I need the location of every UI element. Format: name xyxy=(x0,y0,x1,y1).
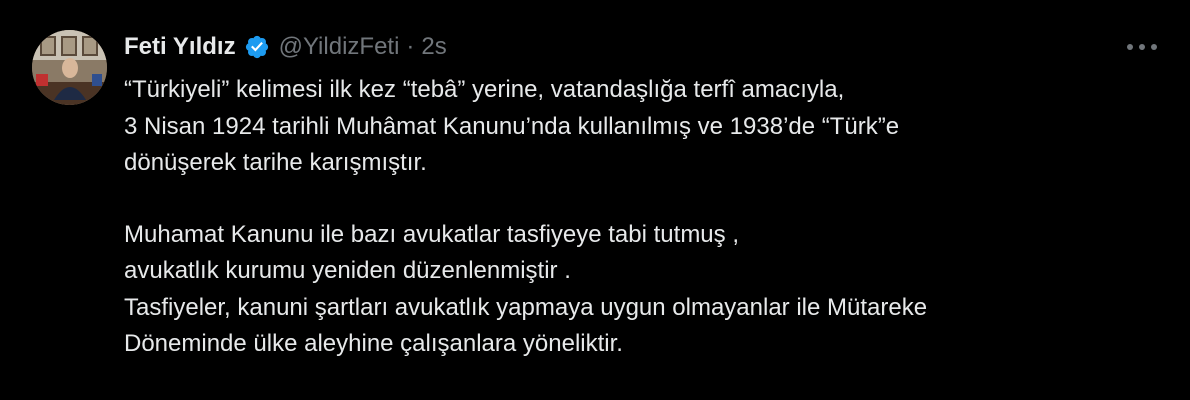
tweet-header: Feti Yıldız @YildizFeti · 2s xyxy=(124,30,447,64)
text-line: Muhamat Kanunu ile bazı avukatlar tasfiy… xyxy=(124,220,739,248)
text-line: 3 Nisan 1924 tarihli Muhâmat Kanunu’nda … xyxy=(124,112,900,140)
text-line: avukatlık kurumu yeniden düzenlenmiştir … xyxy=(124,257,571,284)
profile-photo xyxy=(32,30,107,105)
more-options-button[interactable] xyxy=(1122,30,1162,64)
tweet-timestamp[interactable]: 2s xyxy=(421,33,446,61)
author-handle[interactable]: @YildizFeti xyxy=(279,33,400,61)
tweet-text: “Türkiyeli” kelimesi ilk kez “tebâ” yeri… xyxy=(124,72,1164,363)
author-avatar[interactable] xyxy=(32,30,107,105)
text-line: Tasfiyeler, kanuni şartları avukatlık ya… xyxy=(124,293,928,321)
text-line: Döneminde ülke aleyhine çalışanlara yöne… xyxy=(124,330,623,357)
more-horizontal-icon xyxy=(1127,44,1157,50)
tweet-paragraph: “Türkiyeli” kelimesi ilk kez “tebâ” yeri… xyxy=(124,72,1164,182)
tweet-card[interactable]: Feti Yıldız @YildizFeti · 2s “Türkiyeli”… xyxy=(0,0,1190,400)
text-line: “Türkiyeli” kelimesi ilk kez “tebâ” yeri… xyxy=(124,76,845,103)
verified-badge-icon[interactable] xyxy=(244,34,270,60)
text-line: dönüşerek tarihe karışmıştır. xyxy=(124,149,427,176)
separator-dot: · xyxy=(406,33,415,60)
tweet-paragraph: Muhamat Kanunu ile bazı avukatlar tasfiy… xyxy=(124,217,1164,363)
author-display-name[interactable]: Feti Yıldız xyxy=(124,33,236,61)
